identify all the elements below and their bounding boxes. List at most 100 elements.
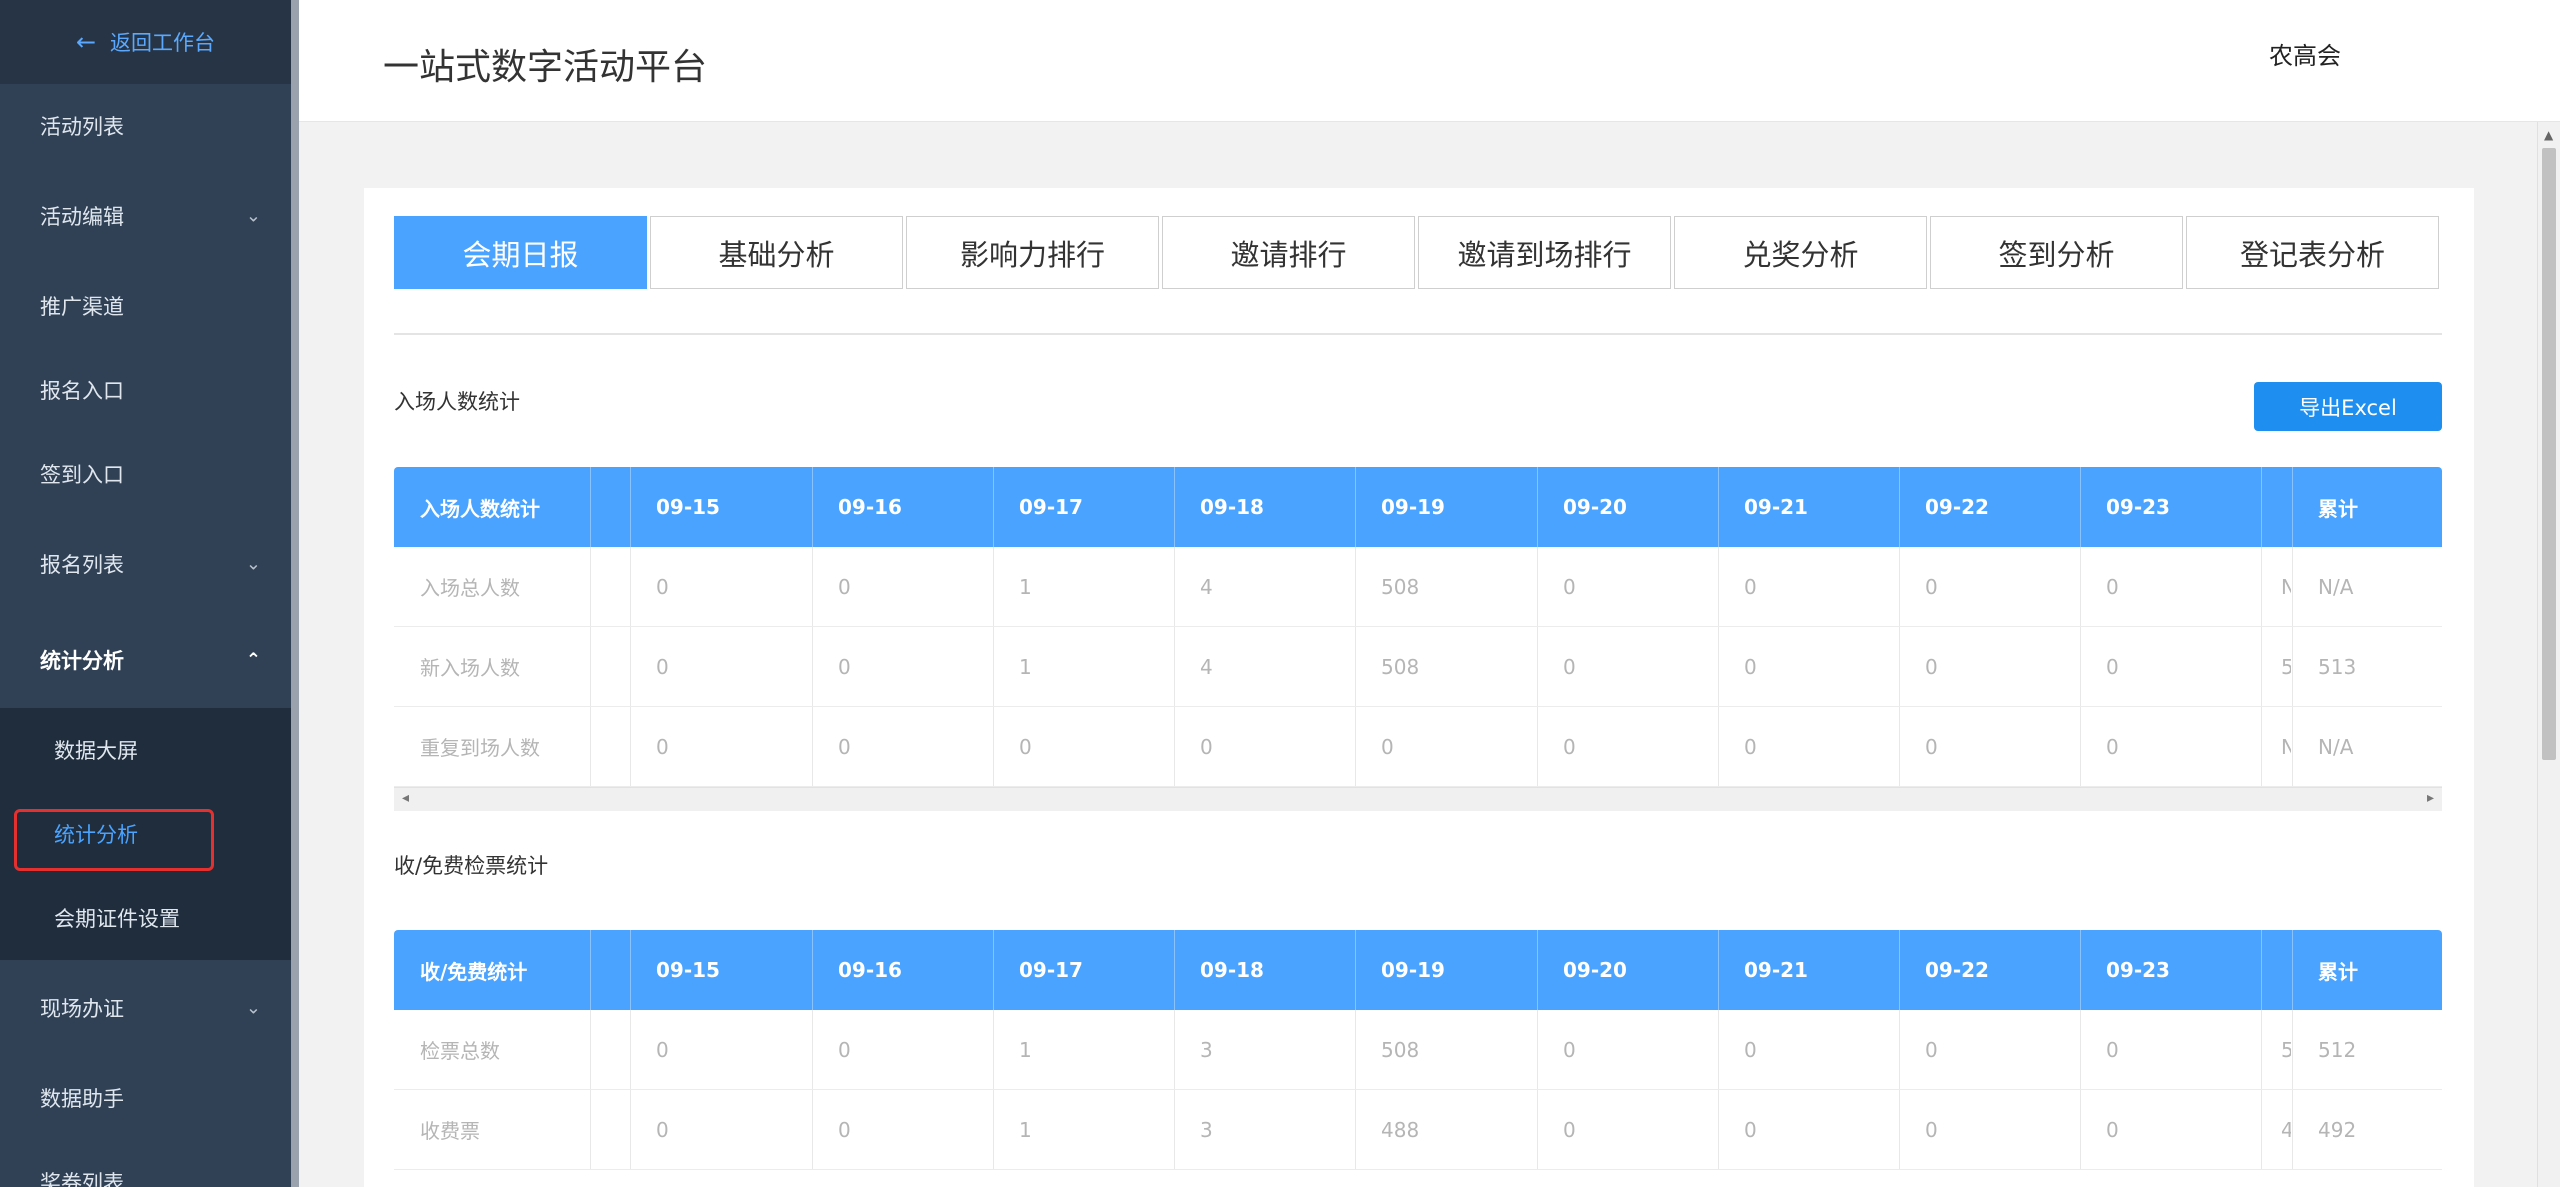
table-cell-partial: 4 bbox=[2281, 1117, 2291, 1142]
export-excel-button[interactable]: 导出Excel bbox=[2254, 382, 2442, 431]
sidebar-item-activity-edit[interactable]: 活动编辑 ⌄ bbox=[0, 168, 291, 264]
column-divider bbox=[630, 1090, 631, 1169]
scroll-left-icon[interactable]: ◂ bbox=[402, 790, 409, 806]
column-divider bbox=[1718, 1010, 1719, 1089]
scroll-right-icon[interactable]: ▸ bbox=[2427, 790, 2434, 806]
column-divider bbox=[2080, 547, 2081, 626]
column-divider bbox=[2292, 547, 2293, 626]
sidebar-item-activity-list[interactable]: 活动列表 bbox=[0, 84, 291, 168]
horizontal-scrollbar[interactable]: ◂ ▸ bbox=[394, 787, 2442, 811]
column-divider bbox=[1174, 547, 1175, 626]
header-cell-date: 09-18 bbox=[1200, 958, 1264, 982]
sidebar-item-label: 会期证件设置 bbox=[54, 907, 180, 931]
table-cell: 0 bbox=[2106, 734, 2119, 759]
row-label: 收费票 bbox=[420, 1119, 480, 1143]
column-divider bbox=[812, 547, 813, 626]
submenu-item-data-screen[interactable]: 数据大屏 bbox=[0, 708, 291, 792]
tab-basic-analysis[interactable]: 基础分析 bbox=[650, 216, 903, 289]
sidebar-item-checkin-entry[interactable]: 签到入口 bbox=[0, 432, 291, 516]
tab-invite-attendance-ranking[interactable]: 邀请到场排行 bbox=[1418, 216, 1671, 289]
column-divider bbox=[812, 627, 813, 706]
table-cell: 0 bbox=[1925, 1117, 1938, 1142]
column-divider bbox=[1174, 707, 1175, 786]
scroll-up-icon[interactable]: ▲ bbox=[2544, 128, 2553, 142]
header-cell-total: 累计 bbox=[2318, 496, 2358, 521]
column-divider bbox=[812, 1090, 813, 1169]
sidebar-item-registration-list[interactable]: 报名列表 ⌄ bbox=[0, 516, 291, 612]
header-cell-date: 09-15 bbox=[656, 958, 720, 982]
row-label: 入场总人数 bbox=[420, 576, 520, 600]
scrollbar-thumb[interactable] bbox=[2542, 148, 2556, 760]
sidebar-item-data-assistant[interactable]: 数据助手 bbox=[0, 1056, 291, 1140]
table-cell: 0 bbox=[1744, 1117, 1757, 1142]
column-divider bbox=[590, 627, 591, 706]
submenu-item-credential-settings[interactable]: 会期证件设置 bbox=[0, 876, 291, 960]
sidebar-item-statistics[interactable]: 统计分析 ⌃ bbox=[0, 612, 291, 708]
table-header: 收/免费统计 09-15 09-16 09-17 09-18 09-19 09-20 09-2… bbox=[394, 930, 2442, 1010]
header-cell-date: 09-23 bbox=[2106, 495, 2170, 519]
user-name[interactable]: 农高会 bbox=[2269, 36, 2341, 71]
page-title: 一站式数字活动平台 bbox=[383, 47, 708, 88]
back-to-workbench-button[interactable]: ← 返回工作台 bbox=[0, 0, 291, 84]
column-divider bbox=[812, 707, 813, 786]
column-divider bbox=[1174, 930, 1175, 1010]
tab-checkin-analysis[interactable]: 签到分析 bbox=[1930, 216, 2183, 289]
column-divider bbox=[590, 547, 591, 626]
column-divider bbox=[2080, 1090, 2081, 1169]
column-divider bbox=[1718, 1090, 1719, 1169]
table-cell: 0 bbox=[2106, 1037, 2119, 1062]
table-cell: 508 bbox=[1381, 1037, 1420, 1062]
column-divider bbox=[2292, 707, 2293, 786]
table-cell: 0 bbox=[1019, 734, 1032, 759]
column-divider bbox=[2292, 1090, 2293, 1169]
table-cell: 0 bbox=[1744, 654, 1757, 679]
table-row: 收费票 0 0 1 3 488 0 0 0 0 4 492 bbox=[394, 1090, 2442, 1170]
column-divider bbox=[1537, 547, 1538, 626]
table-cell: 0 bbox=[1563, 734, 1576, 759]
main-scrollbar[interactable]: ▲ bbox=[2537, 122, 2560, 1187]
column-divider bbox=[590, 1090, 591, 1169]
sidebar-item-label: 活动列表 bbox=[40, 115, 124, 139]
column-divider bbox=[630, 467, 631, 547]
sidebar-item-label: 活动编辑 bbox=[40, 205, 124, 229]
column-divider bbox=[2261, 547, 2262, 626]
tab-daily-report[interactable]: 会期日报 bbox=[394, 216, 647, 289]
row-label: 检票总数 bbox=[420, 1039, 500, 1063]
entry-section-title: 入场人数统计 bbox=[394, 390, 520, 414]
sidebar-item-registration-entry[interactable]: 报名入口 bbox=[0, 348, 291, 432]
tab-influence-ranking[interactable]: 影响力排行 bbox=[906, 216, 1159, 289]
sidebar-item-onsite-credential[interactable]: 现场办证 ⌄ bbox=[0, 960, 291, 1056]
column-divider bbox=[2292, 627, 2293, 706]
chevron-up-icon: ⌃ bbox=[245, 649, 261, 671]
column-divider bbox=[630, 1010, 631, 1089]
column-divider bbox=[2261, 627, 2262, 706]
header-cell-date: 09-23 bbox=[2106, 958, 2170, 982]
column-divider bbox=[630, 707, 631, 786]
column-divider bbox=[2080, 707, 2081, 786]
tab-redemption-analysis[interactable]: 兑奖分析 bbox=[1674, 216, 1927, 289]
column-divider bbox=[993, 1090, 994, 1169]
divider bbox=[394, 333, 2442, 335]
header-cell-date: 09-20 bbox=[1563, 495, 1627, 519]
table-cell: 0 bbox=[656, 574, 669, 599]
table-cell: 0 bbox=[1925, 1037, 1938, 1062]
column-divider bbox=[1899, 707, 1900, 786]
sidebar-item-promotion-channel[interactable]: 推广渠道 bbox=[0, 264, 291, 348]
column-divider bbox=[1174, 627, 1175, 706]
column-divider bbox=[993, 547, 994, 626]
tab-invite-ranking[interactable]: 邀请排行 bbox=[1162, 216, 1415, 289]
top-header: 一站式数字活动平台 农高会 bbox=[299, 0, 2560, 122]
column-divider bbox=[2261, 1090, 2262, 1169]
sidebar-item-voucher-list[interactable]: 奖券列表 bbox=[0, 1140, 291, 1187]
table-cell: 0 bbox=[1925, 734, 1938, 759]
table-cell-partial: N bbox=[2281, 574, 2291, 599]
sidebar-scrollbar[interactable] bbox=[291, 0, 299, 1187]
column-divider bbox=[993, 627, 994, 706]
column-divider bbox=[2080, 1010, 2081, 1089]
column-divider bbox=[1355, 627, 1356, 706]
header-cell: 入场人数统计 bbox=[420, 496, 540, 521]
table-cell: 0 bbox=[1925, 654, 1938, 679]
header-cell-total: 累计 bbox=[2318, 959, 2358, 984]
table-cell: 0 bbox=[1563, 654, 1576, 679]
tab-form-analysis[interactable]: 登记表分析 bbox=[2186, 216, 2439, 289]
